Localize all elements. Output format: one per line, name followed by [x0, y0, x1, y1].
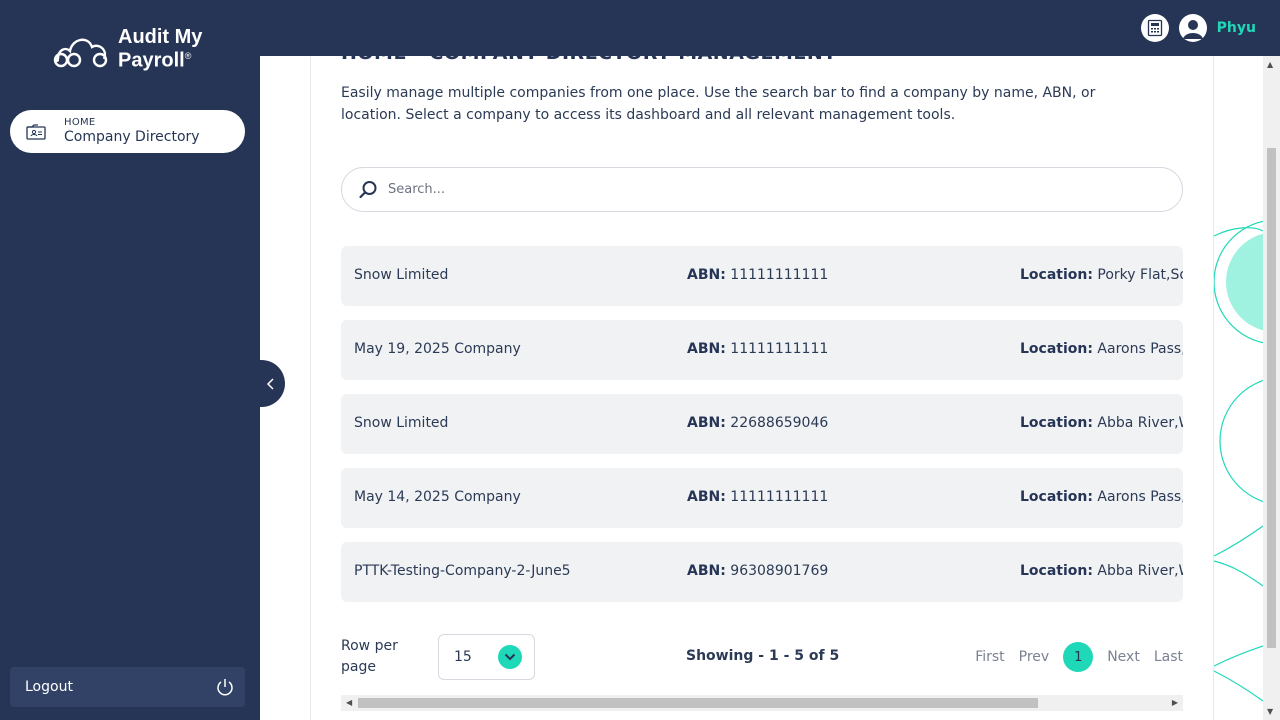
company-name: May 14, 2025 Company	[354, 489, 521, 505]
company-name: May 19, 2025 Company	[354, 341, 521, 357]
company-row[interactable]: May 19, 2025 Company ABN: 11111111111 Lo…	[341, 320, 1183, 380]
pager-current-page[interactable]: 1	[1063, 642, 1094, 672]
scroll-left-icon[interactable]: ◀	[346, 698, 352, 707]
pager-last[interactable]: Last	[1154, 649, 1183, 665]
pager-next[interactable]: Next	[1107, 649, 1140, 665]
rows-per-page-label: Row per page	[341, 638, 398, 675]
chevron-left-icon	[266, 377, 274, 390]
company-name: Snow Limited	[354, 267, 449, 283]
company-location: Location: Abba River,W	[1020, 415, 1183, 431]
scroll-up-icon[interactable]: ▲	[1267, 60, 1273, 69]
decorative-circles-icon	[1214, 220, 1263, 702]
company-location: Location: Porky Flat,Sou	[1020, 267, 1183, 283]
company-row[interactable]: PTTK-Testing-Company-2-June5 ABN: 963089…	[341, 542, 1183, 602]
company-abn: ABN: 11111111111	[687, 489, 829, 505]
company-row[interactable]: May 14, 2025 Company ABN: 11111111111 Lo…	[341, 468, 1183, 528]
chevron-down-icon	[498, 645, 522, 669]
sidebar-collapse-button[interactable]	[248, 360, 285, 407]
showing-count: Showing - 1 - 5 of 5	[686, 648, 840, 664]
top-bar: Phyu	[260, 0, 1280, 56]
horizontal-scroll-thumb[interactable]	[358, 698, 1038, 708]
company-location: Location: Aarons Pass,N	[1020, 341, 1183, 357]
horizontal-scrollbar[interactable]: ◀ ▶	[341, 695, 1183, 711]
logo-text: Audit My Payroll®	[118, 26, 203, 72]
logout-label: Logout	[25, 679, 73, 695]
logo-mark-icon	[53, 38, 108, 68]
search-icon	[359, 180, 377, 198]
search-input[interactable]	[388, 182, 1148, 197]
sidebar-item-label: Company Directory	[64, 129, 200, 145]
username[interactable]: Phyu	[1217, 20, 1256, 36]
sidebar-item-kicker: HOME	[64, 117, 96, 128]
power-icon	[217, 679, 233, 696]
calculator-button[interactable]	[1140, 14, 1169, 42]
sidebar-item-company-directory[interactable]: HOME Company Directory	[10, 110, 245, 153]
scroll-down-icon[interactable]: ▼	[1267, 707, 1273, 716]
rows-per-page-select[interactable]: 15	[438, 634, 535, 680]
company-row[interactable]: Snow Limited ABN: 22688659046 Location: …	[341, 394, 1183, 454]
company-location: Location: Abba River,W	[1020, 563, 1183, 579]
pagination: First Prev 1 Next Last	[975, 642, 1183, 672]
app-logo[interactable]: Audit My Payroll®	[52, 26, 203, 72]
company-list: Snow Limited ABN: 11111111111 Location: …	[341, 246, 1183, 616]
company-row[interactable]: Snow Limited ABN: 11111111111 Location: …	[341, 246, 1183, 306]
company-name: PTTK-Testing-Company-2-June5	[354, 563, 571, 579]
user-icon	[1182, 20, 1203, 39]
search-bar[interactable]	[341, 167, 1183, 212]
sidebar: Audit My Payroll® HOME Company Directory…	[0, 0, 260, 720]
company-abn: ABN: 11111111111	[687, 341, 829, 357]
company-abn: ABN: 96308901769	[687, 563, 829, 579]
company-name: Snow Limited	[354, 415, 449, 431]
company-abn: ABN: 22688659046	[687, 415, 829, 431]
table-footer: Row per page 15 Showing - 1 - 5 of 5 Fir…	[341, 634, 1183, 684]
rows-per-page-value: 15	[454, 649, 472, 665]
company-abn: ABN: 11111111111	[687, 267, 829, 283]
scroll-right-icon[interactable]: ▶	[1172, 698, 1178, 707]
company-location: Location: Aarons Pass,N	[1020, 489, 1183, 505]
decorative-background	[1214, 56, 1263, 720]
logout-button[interactable]: Logout	[10, 667, 245, 707]
company-directory-icon	[26, 123, 46, 140]
pager-prev[interactable]: Prev	[1019, 649, 1050, 665]
page-title: HOME - COMPANY DIRECTORY MANAGEMENT	[341, 56, 837, 64]
main-content: HOME - COMPANY DIRECTORY MANAGEMENT Easi…	[310, 56, 1214, 720]
calculator-icon	[1147, 19, 1162, 37]
user-avatar[interactable]	[1178, 14, 1207, 42]
pager-first[interactable]: First	[975, 649, 1004, 665]
vertical-scroll-thumb[interactable]	[1267, 148, 1276, 648]
vertical-scrollbar[interactable]: ▲ ▼	[1263, 56, 1280, 720]
page-description: Easily manage multiple companies from on…	[341, 85, 1096, 123]
